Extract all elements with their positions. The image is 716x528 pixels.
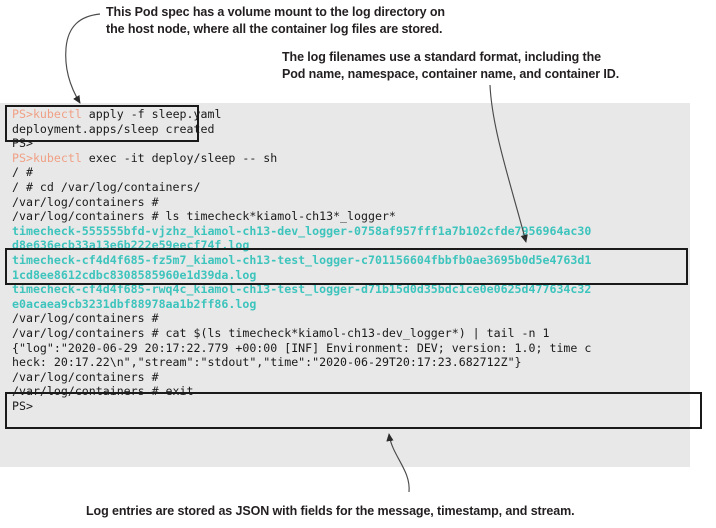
prompt-label-2: PS> xyxy=(12,150,33,165)
terminal-line-7: /var/log/containers # xyxy=(12,194,159,209)
log-filename-2-part1: timecheck-cf4d4f685-fz5m7_kiamol-ch13-te… xyxy=(12,253,592,267)
log-filename-1-part2: d8e636ecb33a13e6b222e59eecf74f.log xyxy=(12,238,250,253)
command-kubectl-1: kubectl xyxy=(32,107,82,121)
caption-json-log-entries: Log entries are stored as JSON with fiel… xyxy=(86,504,575,518)
terminal-line-1-rest: apply -f sleep.yaml xyxy=(81,107,222,121)
terminal-panel: PS>kubectl apply -f sleep.yaml deploymen… xyxy=(0,103,690,467)
terminal-line-8: /var/log/containers # ls timecheck*kiamo… xyxy=(12,209,396,224)
terminal-line-6: / # cd /var/log/containers/ xyxy=(12,180,201,194)
log-filename-2-part2: 1cd8ee8612cdbc8308585960e1d39da.log xyxy=(12,267,257,282)
arrow-to-apply-box xyxy=(65,13,101,104)
prompt-label-1: PS> xyxy=(12,107,33,121)
log-filename-3-part2: e0acaea9cb3231dbf88978aa1b2ff86.log xyxy=(12,296,257,311)
terminal-line-3: PS> xyxy=(12,136,33,151)
terminal-line-1: PS>kubectl apply -f sleep.yaml xyxy=(12,107,221,122)
terminal-line-16: /var/log/containers # cat $(ls timecheck… xyxy=(12,326,550,340)
terminal-line-15: /var/log/containers # xyxy=(12,311,159,326)
terminal-line-19: /var/log/containers # xyxy=(12,369,159,384)
terminal-line-21: PS> xyxy=(12,399,33,413)
json-log-line-part2: heck: 20:17.22\n","stream":"stdout","tim… xyxy=(12,355,522,370)
log-filename-1-part1: timecheck-555555bfd-vjzhz_kiamol-ch13-de… xyxy=(12,223,592,238)
terminal-line-5: / # xyxy=(12,165,33,180)
command-kubectl-2: kubectl xyxy=(32,150,82,165)
terminal-line-20: /var/log/containers # exit xyxy=(12,384,194,399)
figure-root: PS>kubectl apply -f sleep.yaml deploymen… xyxy=(0,0,716,528)
terminal-line-2: deployment.apps/sleep created xyxy=(12,121,215,136)
caption-pod-spec-volume-mount: This Pod spec has a volume mount to the … xyxy=(106,5,445,36)
caption-log-filename-format: The log filenames use a standard format,… xyxy=(282,50,620,81)
terminal-line-4-rest: exec -it deploy/sleep -- sh xyxy=(81,150,278,165)
log-filename-3-part1: timecheck-cf4d4f685-rwq4c_kiamol-ch13-te… xyxy=(12,282,592,297)
json-log-line-part1: {"log":"2020-06-29 20:17:22.779 +00:00 [… xyxy=(12,340,592,355)
terminal-line-4: PS>kubectl exec -it deploy/sleep -- sh xyxy=(12,151,277,166)
